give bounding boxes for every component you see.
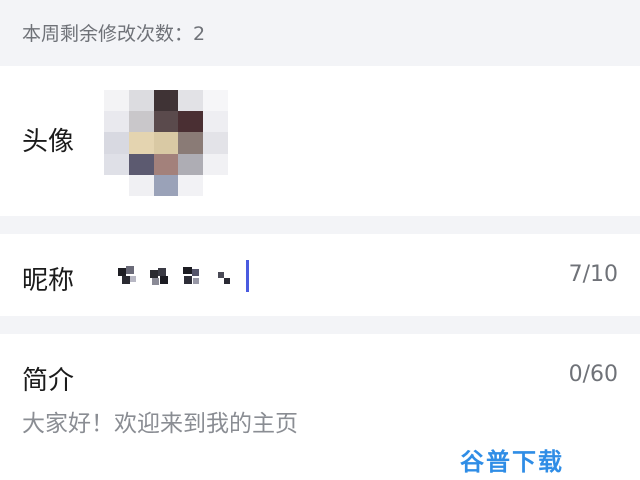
pixelated-char bbox=[148, 264, 172, 288]
avatar-row[interactable]: 头像 bbox=[0, 66, 640, 216]
nickname-char-counter: 7/10 bbox=[568, 262, 618, 287]
bio-char-counter: 0/60 bbox=[568, 362, 618, 387]
remaining-edits-notice: 本周剩余修改次数：2 bbox=[0, 0, 640, 66]
bio-label: 简介 bbox=[22, 366, 75, 396]
pixelated-char bbox=[180, 264, 204, 288]
pixelated-char bbox=[116, 264, 140, 288]
avatar-label: 头像 bbox=[22, 127, 75, 157]
nickname-label: 昵称 bbox=[22, 266, 75, 296]
text-caret bbox=[246, 260, 249, 292]
bio-input[interactable]: 大家好！欢迎来到我的主页 bbox=[22, 404, 298, 438]
avatar[interactable] bbox=[104, 90, 228, 196]
watermark-logo: 谷普下载 bbox=[460, 448, 564, 476]
nickname-input[interactable] bbox=[116, 254, 476, 298]
pixelated-char bbox=[212, 264, 236, 288]
nickname-row: 昵称 7/10 bbox=[0, 234, 640, 316]
